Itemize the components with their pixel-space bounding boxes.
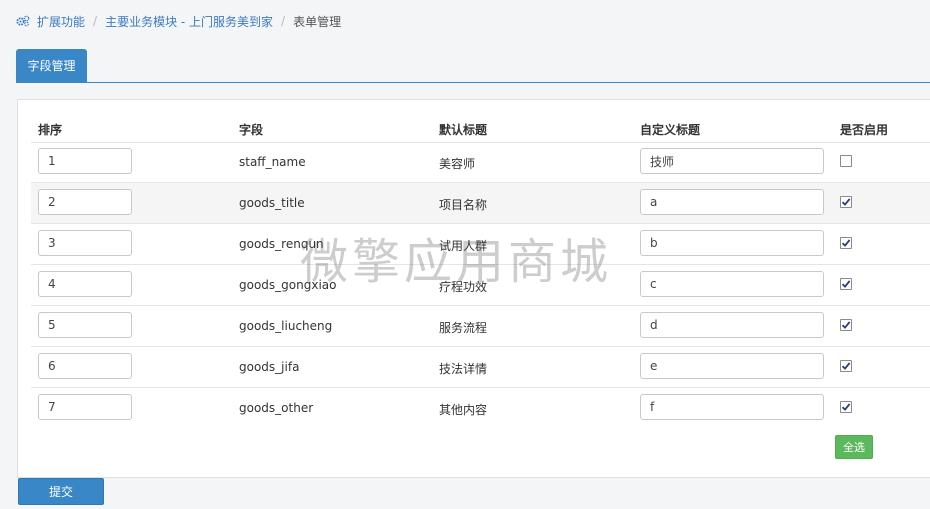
table-header: 排序 字段 默认标题 自定义标题 是否启用 xyxy=(31,100,930,143)
breadcrumb-separator: / xyxy=(93,14,98,28)
select-all-button[interactable]: 全选 xyxy=(835,435,873,459)
default-title: 技法详情 xyxy=(439,362,488,376)
table-row: goods_other 其他内容 xyxy=(31,388,930,428)
tab-bar: 字段管理 xyxy=(16,49,930,83)
enabled-checkbox[interactable] xyxy=(840,401,852,413)
default-title: 疗程功效 xyxy=(439,280,488,294)
custom-title-input[interactable] xyxy=(640,353,824,379)
field-name: goods_title xyxy=(239,196,305,210)
check-icon xyxy=(841,198,851,206)
check-icon xyxy=(841,403,851,411)
custom-title-input[interactable] xyxy=(640,312,824,338)
field-table-panel: 排序 字段 默认标题 自定义标题 是否启用 staff_name 美容师 goo… xyxy=(17,99,930,478)
table-row: goods_title 项目名称 xyxy=(31,183,930,224)
sort-input[interactable] xyxy=(38,148,132,174)
sort-input[interactable] xyxy=(38,312,132,338)
enabled-checkbox[interactable] xyxy=(840,319,852,331)
sort-input[interactable] xyxy=(38,394,132,420)
check-icon xyxy=(841,239,851,247)
sort-input[interactable] xyxy=(38,271,132,297)
enabled-checkbox[interactable] xyxy=(840,196,852,208)
table-row: staff_name 美容师 xyxy=(31,142,930,183)
breadcrumb: 扩展功能 / 主要业务模块 - 上门服务美到家 / 表单管理 xyxy=(16,13,341,29)
breadcrumb-current: 表单管理 xyxy=(293,14,342,29)
field-name: goods_other xyxy=(239,401,314,415)
breadcrumb-link-extensions[interactable]: 扩展功能 xyxy=(37,13,85,30)
enabled-checkbox[interactable] xyxy=(840,278,852,290)
default-title: 项目名称 xyxy=(439,198,488,212)
field-name: goods_liucheng xyxy=(239,319,333,333)
default-title: 其他内容 xyxy=(439,403,488,417)
field-name: goods_gongxiao xyxy=(239,278,337,292)
breadcrumb-separator: / xyxy=(281,14,286,28)
submit-button[interactable]: 提交 xyxy=(18,478,104,505)
tab-field-management[interactable]: 字段管理 xyxy=(16,49,87,82)
breadcrumb-link-module[interactable]: 主要业务模块 - 上门服务美到家 xyxy=(105,13,273,30)
custom-title-input[interactable] xyxy=(640,230,824,256)
sort-input[interactable] xyxy=(38,230,132,256)
header-custom-title: 自定义标题 xyxy=(640,123,701,137)
header-field: 字段 xyxy=(239,123,264,137)
check-icon xyxy=(841,321,851,329)
check-icon xyxy=(841,280,851,288)
field-name: goods_renqun xyxy=(239,237,324,251)
default-title: 试用人群 xyxy=(439,239,488,253)
custom-title-input[interactable] xyxy=(640,148,824,174)
table-row: goods_gongxiao 疗程功效 xyxy=(31,265,930,306)
custom-title-input[interactable] xyxy=(640,271,824,297)
custom-title-input[interactable] xyxy=(640,189,824,215)
sort-input[interactable] xyxy=(38,353,132,379)
header-enabled: 是否启用 xyxy=(840,123,889,137)
table-row: goods_renqun 试用人群 xyxy=(31,224,930,265)
gears-icon xyxy=(16,15,30,27)
custom-title-input[interactable] xyxy=(640,394,824,420)
enabled-checkbox[interactable] xyxy=(840,237,852,249)
header-default-title: 默认标题 xyxy=(439,123,488,137)
field-name: goods_jifa xyxy=(239,360,300,374)
default-title: 服务流程 xyxy=(439,321,488,335)
enabled-checkbox[interactable] xyxy=(840,360,852,372)
field-name: staff_name xyxy=(239,155,306,169)
header-sort: 排序 xyxy=(38,123,63,137)
table-row: goods_jifa 技法详情 xyxy=(31,347,930,388)
enabled-checkbox[interactable] xyxy=(840,155,852,167)
sort-input[interactable] xyxy=(38,189,132,215)
table-row: goods_liucheng 服务流程 xyxy=(31,306,930,347)
check-icon xyxy=(841,362,851,370)
default-title: 美容师 xyxy=(439,157,476,171)
